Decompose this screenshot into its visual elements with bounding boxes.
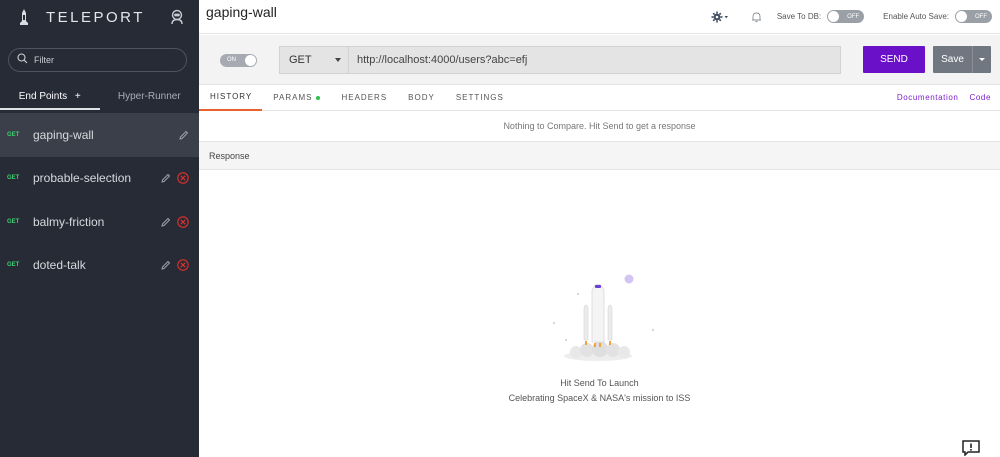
tab-label: PARAMS xyxy=(273,93,313,102)
tab-params[interactable]: PARAMS xyxy=(262,85,330,111)
documentation-link[interactable]: Documentation xyxy=(897,93,959,102)
divider xyxy=(972,46,973,73)
tab-settings[interactable]: SETTINGS xyxy=(445,85,514,111)
tab-label: HISTORY xyxy=(210,92,253,101)
toggle-state: OFF xyxy=(975,13,987,20)
search-icon xyxy=(17,51,28,69)
pencil-icon[interactable] xyxy=(179,130,189,140)
astronaut-user-icon[interactable] xyxy=(169,9,185,25)
delete-circle-x-icon[interactable] xyxy=(177,259,189,271)
tab-headers[interactable]: HEADERS xyxy=(330,85,397,111)
toggle-state: ON xyxy=(227,57,236,63)
method-badge: GET xyxy=(7,175,20,182)
tab-end-points-label: End Points xyxy=(18,91,68,102)
rocket-launch-illustration xyxy=(540,268,660,368)
toggle-knob xyxy=(245,55,256,66)
delete-circle-x-icon[interactable] xyxy=(177,216,189,228)
settings-gear-icon[interactable] xyxy=(711,11,729,23)
save-label: Save xyxy=(941,54,964,65)
toggle-state: OFF xyxy=(847,13,860,20)
method-badge: GET xyxy=(7,262,20,269)
compare-message: Nothing to Compare. Hit Send to get a re… xyxy=(199,111,1000,142)
save-button[interactable]: Save xyxy=(933,46,991,73)
method-badge: GET xyxy=(7,131,20,138)
endpoint-title[interactable]: gaping-wall xyxy=(206,4,711,20)
code-link[interactable]: Code xyxy=(969,93,991,102)
tab-end-points[interactable]: End Points + xyxy=(0,84,100,110)
bell-icon[interactable] xyxy=(751,11,762,23)
url-input[interactable]: http://localhost:4000/users?abc=efj xyxy=(349,46,841,74)
tab-history[interactable]: HISTORY xyxy=(199,85,263,111)
endpoint-name: probable-selection xyxy=(33,171,132,186)
sidebar-tabs: End Points + Hyper-Runner xyxy=(0,84,199,110)
empty-state-title: Hit Send To Launch xyxy=(560,378,639,388)
pencil-icon[interactable] xyxy=(161,173,171,183)
chevron-down-icon xyxy=(335,58,341,62)
url-value: http://localhost:4000/users?abc=efj xyxy=(357,54,528,66)
toggle-knob xyxy=(956,11,967,22)
pencil-icon[interactable] xyxy=(161,260,171,270)
tab-hyper-runner-label: Hyper-Runner xyxy=(117,91,181,102)
params-indicator-dot xyxy=(316,95,321,100)
tab-hyper-runner[interactable]: Hyper-Runner xyxy=(100,84,200,110)
send-label: SEND xyxy=(880,54,908,65)
endpoint-name: doted-talk xyxy=(33,258,86,273)
method-select[interactable]: GET xyxy=(279,46,349,74)
top-bar: gaping-wall Save To DB: OFF Enable Auto … xyxy=(199,0,1000,34)
request-tabs: HISTORY PARAMS HEADERS BODY SETTINGS Doc… xyxy=(199,85,1000,111)
tab-label: HEADERS xyxy=(341,93,388,102)
sidebar-item-balmy-friction[interactable]: GET balmy-friction xyxy=(0,200,199,244)
pencil-icon[interactable] xyxy=(161,217,171,227)
tab-body[interactable]: BODY xyxy=(397,85,445,111)
save-dropdown-chevron-icon[interactable] xyxy=(979,58,985,61)
request-bar: ON GET http://localhost:4000/users?abc=e… xyxy=(199,35,1000,85)
send-button[interactable]: SEND xyxy=(863,46,925,73)
endpoint-list: GET gaping-wall GET probable-selection G… xyxy=(0,113,199,287)
empty-state-subtitle: Celebrating SpaceX & NASA's mission to I… xyxy=(508,393,691,403)
auto-save-label: Enable Auto Save: xyxy=(883,12,949,21)
endpoint-name: gaping-wall xyxy=(33,127,94,142)
add-endpoint-icon[interactable]: + xyxy=(75,91,81,102)
method-value: GET xyxy=(289,54,312,66)
sidebar-item-doted-talk[interactable]: GET doted-talk xyxy=(0,244,199,288)
save-to-db-label: Save To DB: xyxy=(776,12,822,21)
auto-save-toggle[interactable]: OFF xyxy=(955,10,992,23)
feedback-alert-icon[interactable] xyxy=(962,440,980,456)
filter-box[interactable] xyxy=(8,48,187,72)
sidebar-item-gaping-wall[interactable]: GET gaping-wall xyxy=(0,113,199,157)
method-badge: GET xyxy=(7,218,20,225)
request-enabled-toggle[interactable]: ON xyxy=(220,54,257,67)
app-title: TELEPORT xyxy=(46,8,145,26)
tab-label: BODY xyxy=(408,93,435,102)
filter-input[interactable] xyxy=(34,55,174,65)
save-to-db-toggle[interactable]: OFF xyxy=(827,10,865,23)
tab-label: SETTINGS xyxy=(455,93,504,102)
toggle-knob xyxy=(828,11,840,22)
sidebar-item-probable-selection[interactable]: GET probable-selection xyxy=(0,157,199,201)
response-header: Response xyxy=(199,142,1000,170)
delete-circle-x-icon[interactable] xyxy=(177,172,189,184)
endpoint-name: balmy-friction xyxy=(33,214,105,229)
sidebar-header: TELEPORT xyxy=(0,0,199,34)
tab-links: Documentation Code xyxy=(897,93,1000,102)
sidebar: TELEPORT End Points + Hyper-Runner GET g… xyxy=(0,0,199,457)
rocket-logo-icon xyxy=(16,8,32,26)
